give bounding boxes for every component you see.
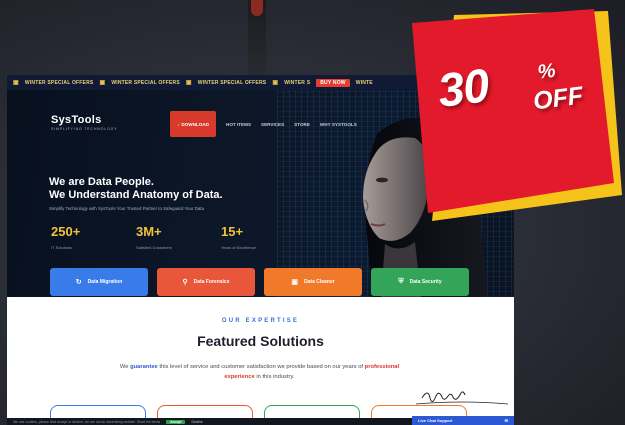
stat-number: 250+	[51, 224, 81, 239]
search-icon: ⚲	[182, 279, 188, 286]
pill-data-security[interactable]: ⛨ Data Security	[371, 268, 469, 296]
folder-icon: ▣	[291, 279, 299, 286]
gift-icon: ▣	[185, 80, 192, 86]
stat-item: 3M+ Satisfied Customers	[136, 224, 221, 250]
stat-label: IT Solutions	[51, 245, 73, 250]
featured-solutions-title: Featured Solutions	[197, 333, 324, 349]
ticker-item: WINTER SPECIAL OFFERS	[24, 79, 94, 86]
nav-link-services[interactable]: SERVICES	[261, 122, 284, 127]
stat-number: 3M+	[136, 224, 162, 239]
desc-part: We	[119, 364, 131, 370]
discount-off: OFF	[531, 81, 585, 116]
cookie-text: We use cookies, please click accept or d…	[13, 419, 161, 424]
nav-link-why-systools[interactable]: WHY SYSTOOLS	[320, 122, 357, 127]
pill-data-cleaner[interactable]: ▣ Data Cleaner	[264, 268, 362, 296]
main-navigation: ↓ DOWNLOAD HOT ITEMS SERVICES STORE WHY …	[170, 111, 357, 137]
discount-badge	[412, 9, 622, 221]
pill-label: Data Security	[409, 279, 442, 285]
pill-data-forensics[interactable]: ⚲ Data Forensics	[157, 268, 255, 296]
shield-icon: ⛨	[398, 278, 404, 285]
cookie-decline-button[interactable]: Decline	[191, 420, 202, 424]
chat-icon: ✉	[504, 418, 508, 423]
hero-stats: 250+ IT Solutions 3M+ Satisfied Customer…	[51, 224, 306, 250]
pill-label: Data Cleaner	[304, 279, 335, 285]
gift-icon: ▣	[13, 80, 19, 86]
ticker-item: WINTER S	[284, 79, 311, 86]
nav-link-store[interactable]: STORE	[294, 122, 310, 127]
discount-percent: %	[536, 59, 557, 84]
stat-item: 15+ Years of Excellence	[221, 224, 306, 250]
stat-label: Years of Excellence	[221, 245, 256, 250]
systools-logo[interactable]: SysTools SIMPLIFYING TECHNOLOGY	[51, 114, 117, 131]
hero-headline: We are Data People. We Understand Anatom…	[49, 176, 223, 202]
download-label: DOWNLOAD	[181, 121, 209, 127]
stat-item: 250+ IT Solutions	[51, 224, 136, 250]
desc-part: this level of service and customer satis…	[157, 364, 365, 370]
expertise-eyebrow: OUR EXPERTISE	[221, 318, 300, 324]
stat-label: Satisfied Customers	[136, 245, 172, 250]
pill-data-migration[interactable]: ↻ Data Migration	[50, 268, 148, 296]
cookie-accept-button[interactable]: Accept	[166, 419, 186, 424]
headline-line-1: We are Data People.	[49, 176, 154, 188]
logo-tagline: SIMPLIFYING TECHNOLOGY	[51, 127, 118, 131]
desc-part: in this industry.	[254, 374, 295, 380]
refresh-icon: ↻	[75, 279, 82, 286]
logo-brand: SysTools	[51, 114, 102, 126]
live-chat-button[interactable]: Live Chat Support ✉	[412, 416, 514, 425]
discount-value: 30	[434, 58, 492, 117]
nav-link-hot-items[interactable]: HOT ITEMS	[226, 122, 251, 127]
buy-now-button[interactable]: BUY NOW	[316, 78, 350, 87]
pill-label: Data Forensics	[193, 279, 230, 285]
stat-number: 15+	[221, 224, 244, 239]
gift-icon: ▣	[99, 80, 106, 86]
hero-subline: Simplify Technology with SysTools Your T…	[49, 206, 204, 211]
desc-highlight-guarantee: guarantee	[130, 364, 158, 370]
gift-icon: ▣	[272, 80, 279, 86]
chat-label: Live Chat Support	[418, 418, 453, 423]
ticker-item: WINTER SPECIAL OFFERS	[197, 79, 267, 86]
solution-pills: ↻ Data Migration ⚲ Data Forensics ▣ Data…	[50, 268, 469, 296]
download-icon: ↓	[177, 121, 180, 127]
headline-line-2: We Understand Anatomy of Data.	[49, 189, 223, 201]
expertise-description: We guarantee this level of service and c…	[107, 362, 412, 382]
background-drip	[248, 0, 266, 78]
download-button[interactable]: ↓ DOWNLOAD	[170, 111, 216, 137]
pill-label: Data Migration	[87, 279, 123, 285]
ticker-item: WINTE	[355, 79, 373, 86]
ticker-item: WINTER SPECIAL OFFERS	[111, 79, 180, 86]
discount-label: 30 % OFF	[434, 57, 585, 118]
